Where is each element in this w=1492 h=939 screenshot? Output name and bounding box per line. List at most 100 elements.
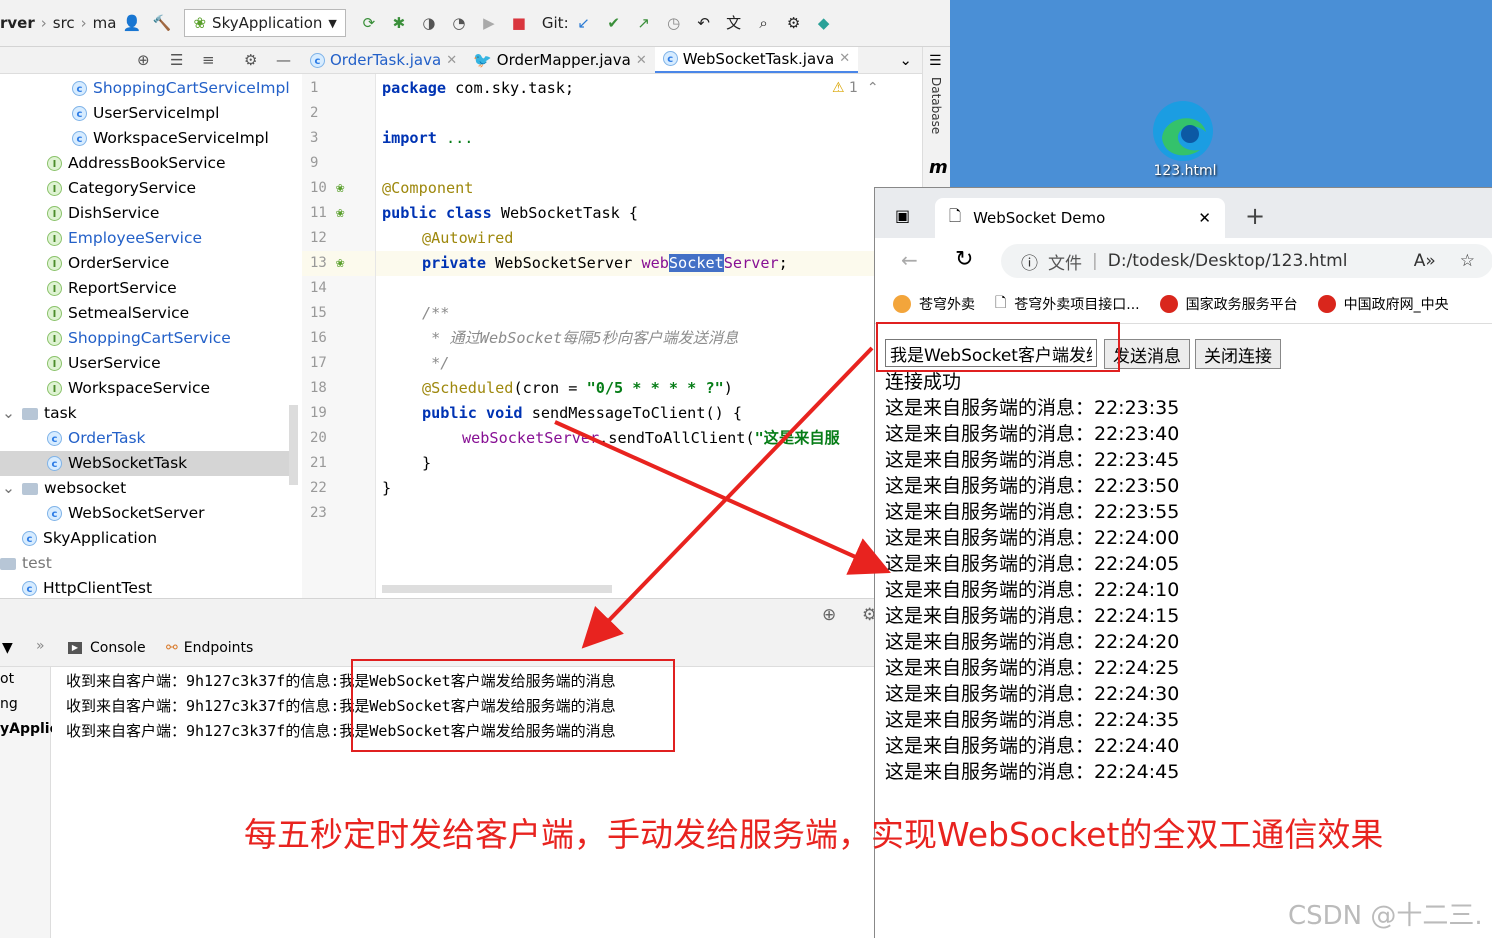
spring-app-icon: c [22,531,37,546]
tree-item[interactable]: ⌄ task [2,401,77,426]
tab-websockettask[interactable]: c WebSocketTask.java ✕ [654,47,859,73]
tree-item[interactable]: I CategoryService [47,176,196,201]
breadcrumb-main[interactable]: ma [93,14,117,32]
expand-all-icon[interactable]: ☰ [170,51,183,69]
debug-icon[interactable]: ✱ [390,14,408,32]
user-icon[interactable]: 👤 [122,14,141,32]
connection-status: 连接成功 [885,371,962,393]
locate-icon[interactable]: ⊕ [137,51,150,69]
tab-ordermapper[interactable]: 🐦 OrderMapper.java ✕ [465,47,655,73]
spring-bean-gutter-icon[interactable]: ❀ [336,251,344,276]
new-tab-icon[interactable]: + [1245,202,1265,230]
favorite-item[interactable]: 苍穹外卖 [893,294,975,314]
code-line: */ [422,354,450,372]
plugin-logo-icon[interactable]: ◆ [815,14,833,32]
git-update-icon[interactable]: ↙ [575,14,593,32]
desktop-background [950,0,1492,190]
service-item[interactable]: ot [0,671,14,687]
spring-bean-gutter-icon[interactable]: ❀ [336,201,344,226]
close-icon[interactable]: ✕ [446,53,457,68]
run-configuration-select[interactable]: ❀ SkyApplication ▼ [184,9,346,37]
close-connection-button[interactable]: 关闭连接 [1195,339,1281,369]
editor-horizontal-scrollbar[interactable] [382,585,612,593]
tree-item[interactable]: c WebSocketTask [0,451,290,476]
tab-console[interactable]: ▶ Console [68,640,146,656]
back-icon[interactable]: ← [901,248,918,272]
database-tool-tab[interactable]: Database [929,77,943,134]
tree-item[interactable]: test [0,551,52,576]
build-hammer-icon[interactable]: 🔨 [152,14,171,32]
tree-item[interactable]: I OrderService [47,251,169,276]
desktop-icon-label[interactable]: 123.html [1150,163,1220,179]
favorite-item[interactable]: 🗋 苍穹外卖项目接口... [995,292,1140,316]
favorite-item[interactable]: 国家政务服务平台 [1159,294,1298,314]
tree-item[interactable]: I UserService [47,351,161,376]
collapse-all-icon[interactable]: ≡ [202,51,215,69]
locate-icon[interactable]: ⊕ [822,605,836,625]
close-icon[interactable]: ✕ [839,51,850,66]
code-editor[interactable]: package com.sky.task; ⚠ 1 ⌃ ⌄ import ...… [376,74,876,598]
more-icon[interactable]: » [36,638,45,654]
interface-icon: I [47,231,62,246]
search-icon[interactable]: ⌕ [755,14,773,32]
tree-item[interactable]: I SetmealService [47,301,189,326]
translate-icon[interactable]: 文 [725,14,743,32]
refresh-icon[interactable]: ↻ [955,247,973,272]
stop-icon[interactable]: ■ [510,14,528,32]
breadcrumb-project[interactable]: rver [0,14,35,32]
tree-item[interactable]: c WebSocketServer [47,501,205,526]
tree-item[interactable]: c HttpClientTest [22,576,152,598]
service-item[interactable]: ng [0,696,18,712]
git-commit-icon[interactable]: ✔ [605,14,623,32]
chevron-up-icon[interactable]: ⌃ [867,80,876,96]
profile-icon[interactable]: ◔ [450,14,468,32]
server-message: 这是来自服务端的消息：22:24:20 [885,631,1180,653]
tree-item[interactable]: I WorkspaceService [47,376,210,401]
tab-endpoints[interactable]: ⚯ Endpoints [166,640,253,656]
favorite-item[interactable]: 中国政府网_中央 [1317,294,1449,314]
server-message: 这是来自服务端的消息：22:23:35 [885,397,1180,419]
tree-item[interactable]: ⌄ websocket [2,476,126,501]
read-aloud-icon[interactable]: A» [1414,251,1436,271]
tab-actions-icon[interactable]: ▣ [895,206,910,225]
server-message: 这是来自服务端的消息：22:24:35 [885,709,1180,731]
tree-item[interactable]: c OrderTask [47,426,146,451]
rerun-icon[interactable]: ⟳ [360,14,378,32]
close-icon[interactable]: ✕ [636,53,647,68]
tree-item[interactable]: c UserServiceImpl [72,101,219,126]
tree-item[interactable]: I EmployeeService [47,226,202,251]
spring-bean-gutter-icon[interactable]: ❀ [336,176,344,201]
chevron-down-icon[interactable]: ⌄ [2,401,16,426]
tree-item[interactable]: c SkyApplication [22,526,157,551]
tree-item[interactable]: I ReportService [47,276,177,301]
settings-gear-icon[interactable]: ⚙ [785,14,803,32]
history-icon[interactable]: ◷ [665,14,683,32]
tree-item[interactable]: c ShoppingCartServiceImpl [72,76,290,101]
tree-item[interactable]: I AddressBookService [47,151,226,176]
run-icon[interactable]: ▶ [480,14,498,32]
inspection-widget[interactable]: ⚠ 1 ⌃ ⌄ [832,76,876,101]
breadcrumb-src[interactable]: src [53,14,75,32]
git-push-icon[interactable]: ↗ [635,14,653,32]
close-tab-icon[interactable]: ✕ [1198,209,1211,227]
chevron-down-icon[interactable]: ⌄ [2,476,16,501]
gear-icon[interactable]: ⚙ [244,51,257,69]
maven-icon[interactable]: m [929,157,948,178]
more-tabs-icon[interactable]: ⌄ [899,51,922,69]
tab-label: OrderMapper.java [496,51,631,69]
url-field[interactable]: ⓘ 文件 | D:/todesk/Desktop/123.html A» ☆ [1001,244,1492,278]
tree-item[interactable]: I DishService [47,201,159,226]
browser-tab[interactable]: 🗋 WebSocket Demo ✕ [935,198,1225,238]
tab-ordertask[interactable]: c OrderTask.java ✕ [302,47,465,73]
tree-scrollbar[interactable] [289,405,298,485]
database-icon[interactable]: ☰ [929,53,942,69]
tree-item[interactable]: I ShoppingCartService [47,326,231,351]
rollback-icon[interactable]: ↶ [695,14,713,32]
filter-icon[interactable]: ▼ [2,640,13,656]
favorite-star-icon[interactable]: ☆ [1460,251,1475,271]
tree-item[interactable]: c WorkspaceServiceImpl [72,126,269,151]
edge-browser-icon[interactable] [1150,98,1216,164]
service-item[interactable]: yApplic [0,721,58,737]
coverage-icon[interactable]: ◑ [420,14,438,32]
hide-icon[interactable]: — [276,51,291,69]
